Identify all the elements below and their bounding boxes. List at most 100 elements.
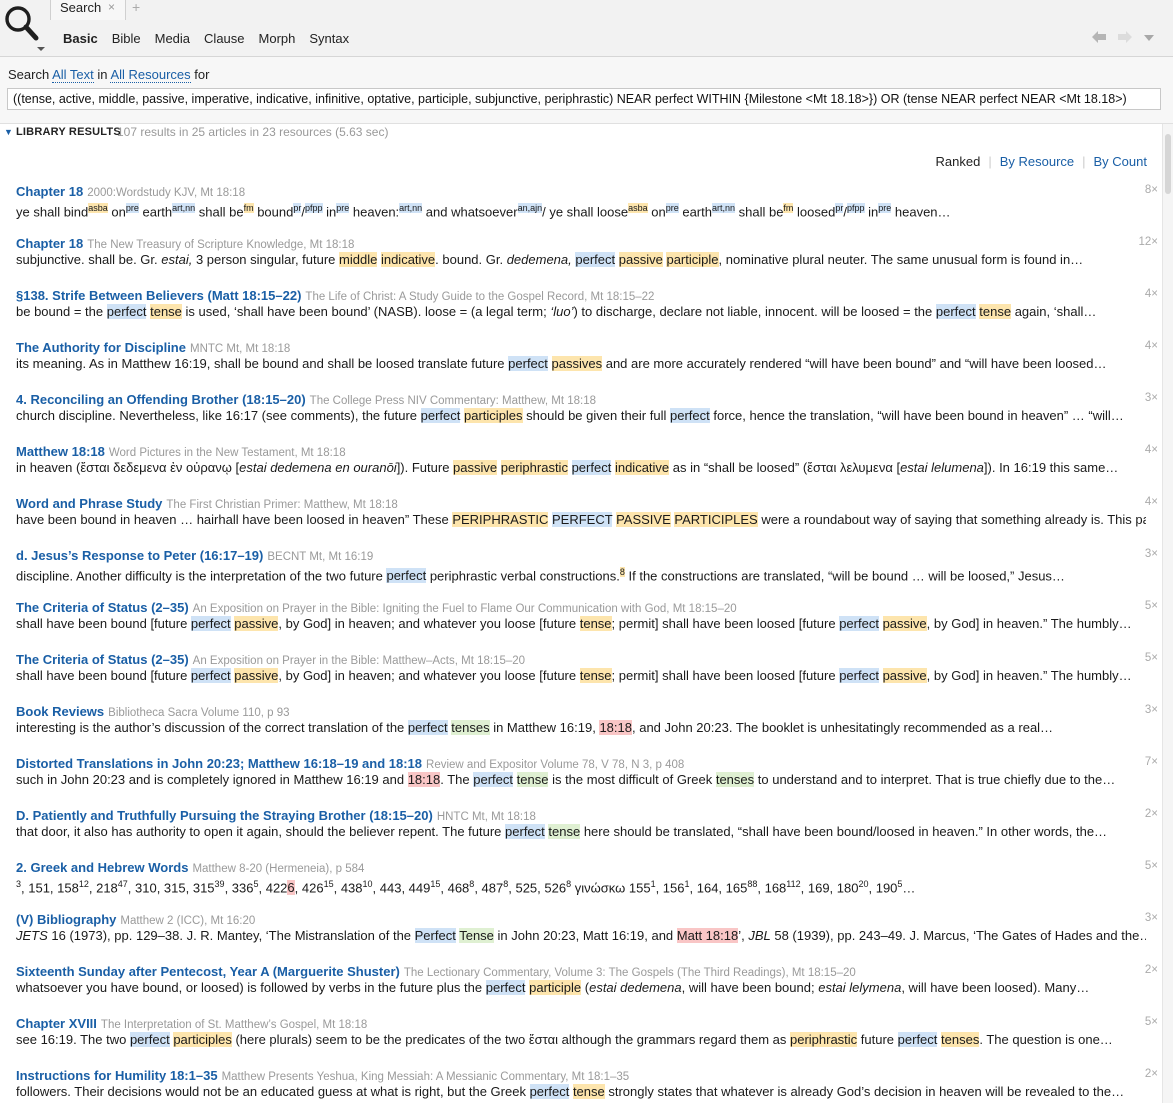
search-icon[interactable] [0, 0, 48, 56]
tab-search[interactable]: Search × [50, 0, 126, 20]
tab-morph[interactable]: Morph [259, 31, 296, 46]
result-title[interactable]: 4. Reconciling an Offending Brother (18:… [16, 392, 306, 407]
result-item[interactable]: Chapter XVIII The Interpretation of St. M… [16, 1016, 1158, 1068]
highlight: 18:18 [407, 772, 441, 787]
result-source[interactable]: The College Press NIV Commentary: Matthe… [310, 395, 596, 407]
result-item[interactable]: Instructions for Humility 18:1–35 Matthew… [16, 1068, 1158, 1120]
tab-bible[interactable]: Bible [112, 31, 141, 46]
result-snippet[interactable]: shall have been bound [future perfect pa… [16, 616, 1146, 632]
result-snippet[interactable]: followers. Their decisions would not be … [16, 1084, 1146, 1100]
result-source[interactable]: BECNT Mt, Mt 16:19 [267, 551, 373, 563]
result-snippet[interactable]: interesting is the author’s discussion o… [16, 720, 1146, 736]
result-title[interactable]: Chapter XVIII [16, 1016, 97, 1031]
result-source[interactable]: An Exposition on Prayer in the Bible: Ig… [193, 603, 737, 615]
forward-arrow-icon[interactable] [1117, 30, 1133, 47]
result-snippet[interactable]: that door, it also has authority to open… [16, 824, 1146, 840]
result-item[interactable]: The Criteria of Status (2–35) An Expositi… [16, 600, 1158, 652]
result-source[interactable]: The Lectionary Commentary, Volume 3: The… [404, 967, 856, 979]
result-snippet[interactable]: its meaning. As in Matthew 16:19, shall … [16, 356, 1146, 372]
result-snippet[interactable]: whatsoever you have bound, or loosed) is… [16, 980, 1146, 996]
result-item[interactable]: 4. Reconciling an Offending Brother (18:… [16, 392, 1158, 444]
sort-ranked[interactable]: Ranked [936, 154, 981, 169]
plus-icon[interactable]: + [132, 0, 140, 15]
result-item[interactable]: d. Jesus’s Response to Peter (16:17–19) B… [16, 548, 1158, 600]
highlight: tense [572, 1084, 605, 1099]
result-item[interactable]: Word and Phrase Study The First Christian… [16, 496, 1158, 548]
tab-syntax[interactable]: Syntax [309, 31, 349, 46]
chevron-down-icon[interactable] [1143, 30, 1155, 47]
scrollbar[interactable] [1162, 124, 1173, 1103]
result-item[interactable]: Chapter 18 The New Treasury of Scripture … [16, 236, 1158, 288]
superscript-number: 20 [858, 879, 869, 889]
result-title[interactable]: Word and Phrase Study [16, 496, 162, 511]
result-item[interactable]: Sixteenth Sunday after Pentecost, Year A… [16, 964, 1158, 1016]
tab-media[interactable]: Media [155, 31, 190, 46]
result-snippet[interactable]: JETS 16 (1973), pp. 129–38. J. R. Mantey… [16, 928, 1146, 944]
sort-by-resource[interactable]: By Resource [1000, 154, 1074, 169]
close-icon[interactable]: × [108, 0, 115, 14]
scrollbar-thumb[interactable] [1165, 134, 1171, 194]
result-item[interactable]: The Criteria of Status (2–35) An Expositi… [16, 652, 1158, 704]
result-snippet[interactable]: such in John 20:23 and is completely ign… [16, 772, 1146, 788]
result-item[interactable]: Matthew 18:18 Word Pictures in the New Te… [16, 444, 1158, 496]
result-snippet[interactable]: discipline. Another difficulty is the in… [16, 564, 1146, 584]
result-title[interactable]: The Criteria of Status (2–35) [16, 652, 189, 667]
result-snippet[interactable]: church discipline. Nevertheless, like 16… [16, 408, 1146, 424]
result-title[interactable]: (V) Bibliography [16, 912, 116, 927]
result-snippet[interactable]: see 16:19. The two perfect participles (… [16, 1032, 1146, 1048]
result-item[interactable]: Book Reviews Bibliotheca Sacra Volume 110… [16, 704, 1158, 756]
result-title[interactable]: Chapter 18 [16, 236, 83, 251]
result-item[interactable]: The Authority for Discipline MNTC Mt, Mt … [16, 340, 1158, 392]
result-item[interactable]: D. Patiently and Truthfully Pursuing the… [16, 808, 1158, 860]
result-source[interactable]: Matthew 8-20 (Hermeneia), p 584 [192, 863, 364, 875]
result-source[interactable]: Matthew 2 (ICC), Mt 16:20 [120, 915, 255, 927]
resource-scope-dropdown[interactable]: All Resources [110, 67, 191, 83]
result-title[interactable]: §138. Strife Between Believers (Matt 18:… [16, 288, 301, 303]
result-title[interactable]: 2. Greek and Hebrew Words [16, 860, 188, 875]
back-arrow-icon[interactable] [1091, 30, 1107, 47]
search-type-tabs: Basic Bible Media Clause Morph Syntax [63, 31, 349, 46]
result-item[interactable]: Distorted Translations in John 20:23; Ma… [16, 756, 1158, 808]
sort-by-count[interactable]: By Count [1094, 154, 1147, 169]
triangle-down-icon[interactable]: ▼ [4, 127, 13, 137]
result-source[interactable]: The New Treasury of Scripture Knowledge,… [87, 239, 354, 251]
result-title[interactable]: Distorted Translations in John 20:23; Ma… [16, 756, 422, 771]
result-item[interactable]: Chapter 18 2000:Wordstudy KJV, Mt 18:18 8×… [16, 184, 1158, 236]
result-source[interactable]: Review and Expositor Volume 78, V 78, N … [426, 759, 684, 771]
result-snippet[interactable]: 3, 151, 15812, 21847, 310, 315, 31539, 3… [16, 876, 1146, 896]
results-label[interactable]: LIBRARY RESULTS [16, 126, 121, 138]
result-source[interactable]: Matthew Presents Yeshua, King Messiah: A… [222, 1071, 630, 1083]
result-source[interactable]: The First Christian Primer: Matthew, Mt … [166, 499, 397, 511]
result-title[interactable]: Instructions for Humility 18:1–35 [16, 1068, 218, 1083]
result-snippet[interactable]: in heaven (ἔσται δεδεμενα ἐν οὐρανῳ [est… [16, 460, 1146, 476]
tab-basic[interactable]: Basic [63, 31, 98, 46]
result-source[interactable]: 2000:Wordstudy KJV, Mt 18:18 [87, 187, 245, 199]
result-title[interactable]: D. Patiently and Truthfully Pursuing the… [16, 808, 433, 823]
result-source[interactable]: The Life of Christ: A Study Guide to the… [305, 291, 654, 303]
result-source[interactable]: MNTC Mt, Mt 18:18 [190, 343, 290, 355]
result-title[interactable]: Matthew 18:18 [16, 444, 105, 459]
result-snippet[interactable]: have been bound in heaven … hairhall hav… [16, 512, 1146, 528]
result-title[interactable]: Chapter 18 [16, 184, 83, 199]
tab-clause[interactable]: Clause [204, 31, 244, 46]
result-title[interactable]: Sixteenth Sunday after Pentecost, Year A… [16, 964, 400, 979]
result-source[interactable]: Word Pictures in the New Testament, Mt 1… [109, 447, 346, 459]
result-title[interactable]: Book Reviews [16, 704, 104, 719]
result-title[interactable]: d. Jesus’s Response to Peter (16:17–19) [16, 548, 263, 563]
result-source[interactable]: The Interpretation of St. Matthew’s Gosp… [101, 1019, 367, 1031]
result-source[interactable]: HNTC Mt, Mt 18:18 [437, 811, 536, 823]
result-snippet[interactable]: be bound = the perfect tense is used, ‘s… [16, 304, 1146, 320]
result-snippet[interactable]: shall have been bound [future perfect pa… [16, 668, 1146, 684]
result-title[interactable]: The Criteria of Status (2–35) [16, 600, 189, 615]
result-snippet[interactable]: subjunctive. shall be. Gr. estai, 3 pers… [16, 252, 1146, 268]
search-input[interactable] [7, 88, 1161, 110]
result-snippet[interactable]: ye shall bindasba onpre earthart,nn shal… [16, 200, 1146, 220]
result-item[interactable]: 2. Greek and Hebrew Words Matthew 8-20 (H… [16, 860, 1158, 912]
result-item[interactable]: §138. Strife Between Believers (Matt 18:… [16, 288, 1158, 340]
superscript-number: 1 [650, 879, 656, 889]
result-source[interactable]: An Exposition on Prayer in the Bible: Ma… [193, 655, 525, 667]
text-scope-dropdown[interactable]: All Text [52, 67, 94, 83]
result-item[interactable]: (V) Bibliography Matthew 2 (ICC), Mt 16:2… [16, 912, 1158, 964]
result-title[interactable]: The Authority for Discipline [16, 340, 186, 355]
result-source[interactable]: Bibliotheca Sacra Volume 110, p 93 [108, 707, 289, 719]
